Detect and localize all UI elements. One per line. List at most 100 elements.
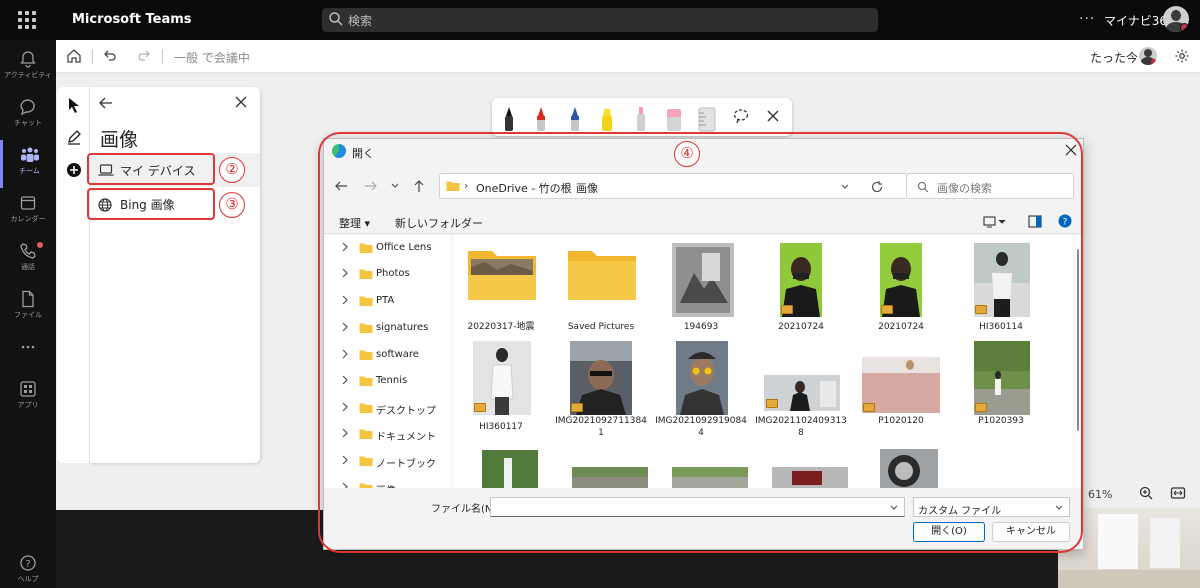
tree-item-software[interactable]: software [324, 342, 450, 368]
path-segment-onedrive[interactable]: OneDrive - 竹の根 [476, 180, 572, 196]
gear-icon[interactable] [1174, 48, 1190, 64]
fit-to-screen-icon[interactable] [1170, 485, 1186, 501]
open-button[interactable]: 開く(O) [913, 522, 985, 542]
rail-item-activity[interactable]: アクティビティ [0, 44, 56, 92]
file-name: 194693 [683, 322, 719, 332]
chevron-right-icon[interactable] [341, 375, 349, 385]
close-icon[interactable] [766, 109, 780, 123]
tree-item-photos[interactable]: Photos [324, 261, 450, 287]
step-4-marker: ④ [674, 141, 700, 167]
calls-notification-dot [37, 242, 43, 248]
chevron-right-icon[interactable] [341, 295, 349, 305]
file-tile[interactable]: Saved Pictures [554, 235, 648, 335]
new-folder-button[interactable]: 新しいフォルダー [395, 215, 483, 231]
forward-arrow-icon[interactable] [364, 179, 378, 193]
rail-item-calls[interactable]: 通話 [0, 236, 56, 284]
folder-search-input[interactable]: 画像の検索 [906, 173, 1074, 199]
chevron-right-icon[interactable] [341, 428, 349, 438]
folder-icon [359, 350, 373, 360]
file-tile[interactable]: 20220317-地震 [454, 235, 548, 335]
undo-icon[interactable] [103, 49, 117, 63]
cancel-button[interactable]: キャンセル [992, 522, 1070, 542]
rail-item-files[interactable]: ファイル [0, 284, 56, 332]
file-tile[interactable]: IMG20210929190844 [654, 335, 748, 440]
chevron-right-icon[interactable] [341, 455, 349, 465]
tree-item-signatures[interactable]: signatures [324, 315, 450, 341]
help-icon[interactable]: ? [1058, 214, 1072, 228]
file-tile[interactable]: 20210724 [854, 235, 948, 335]
pointer-icon[interactable] [67, 97, 81, 113]
up-arrow-icon[interactable] [412, 179, 426, 193]
filename-input[interactable] [490, 497, 905, 517]
address-bar[interactable]: › OneDrive - 竹の根 › 画像 [439, 173, 907, 199]
rail-item-calendar[interactable]: カレンダー [0, 188, 56, 236]
rail-item-teams[interactable]: チーム [0, 140, 56, 188]
home-icon[interactable] [66, 48, 82, 64]
filetype-value: カスタム ファイル [918, 506, 1002, 517]
close-icon[interactable] [234, 95, 248, 109]
rail-item-apps[interactable]: アプリ [0, 374, 56, 422]
highlighter-icon[interactable] [598, 105, 616, 133]
more-options-button[interactable]: ··· [1079, 11, 1095, 27]
rail-item-chat[interactable]: チャット [0, 92, 56, 140]
close-icon[interactable] [1064, 143, 1078, 157]
ruler-icon[interactable] [696, 105, 718, 133]
zoom-in-icon[interactable] [1138, 485, 1154, 501]
app-launcher-icon[interactable] [16, 9, 38, 31]
tree-item-notebooks[interactable]: ノートブック [324, 448, 450, 474]
view-mode-icon[interactable] [983, 216, 1007, 228]
more-icon [21, 345, 35, 349]
add-icon[interactable] [66, 162, 82, 178]
vertical-scrollbar[interactable] [1074, 235, 1082, 488]
search-box[interactable]: 検索 [322, 8, 878, 32]
pink-marker-icon[interactable] [632, 105, 650, 133]
file-tile[interactable]: IMG20210927113841 [554, 335, 648, 440]
chevron-right-icon[interactable] [341, 268, 349, 278]
black-pen-icon[interactable] [500, 105, 518, 133]
chevron-down-icon[interactable] [889, 503, 899, 513]
path-segment-images[interactable]: 画像 [576, 180, 598, 196]
tree-item-desktop[interactable]: デスクトップ [324, 395, 450, 421]
file-tile[interactable]: 20210724 [754, 235, 848, 335]
chevron-right-icon[interactable] [341, 242, 349, 252]
file-tile[interactable]: P1020120 [854, 335, 948, 440]
pen-tool-icon[interactable] [66, 129, 82, 145]
file-name: IMG20210929190844 [655, 416, 747, 438]
redo-icon[interactable] [137, 49, 151, 63]
file-tile[interactable]: HI360117 [454, 335, 548, 440]
folder-icon [446, 181, 460, 191]
file-tile[interactable]: HI360114 [954, 235, 1048, 335]
tree-item-office-lens[interactable]: Office Lens [324, 235, 450, 261]
file-tile[interactable]: P1020393 [954, 335, 1048, 440]
tree-item-pta[interactable]: PTA [324, 288, 450, 314]
avatar[interactable] [1163, 6, 1189, 32]
preview-pane-icon[interactable] [1028, 215, 1042, 228]
blue-pen-icon[interactable] [566, 105, 584, 133]
my-device-label: マイ デバイス [120, 164, 196, 178]
red-pen-icon[interactable] [532, 105, 550, 133]
tree-item-images[interactable]: 画像 [324, 475, 450, 488]
edge-browser-icon [332, 144, 346, 158]
rail-item-more[interactable] [0, 332, 56, 380]
chevron-right-icon[interactable] [341, 322, 349, 332]
chevron-right-icon[interactable] [341, 482, 349, 488]
scrollbar-thumb[interactable] [1077, 249, 1079, 431]
chevron-down-icon[interactable] [840, 182, 850, 192]
folder-icon [359, 296, 373, 306]
lasso-icon[interactable] [732, 107, 750, 125]
back-arrow-icon[interactable] [334, 179, 348, 193]
file-tile[interactable]: 194693 [654, 235, 748, 335]
chevron-right-icon[interactable] [341, 349, 349, 359]
rail-item-help[interactable]: ? ヘルプ [0, 548, 56, 588]
tree-item-documents[interactable]: ドキュメント [324, 421, 450, 447]
back-arrow-icon[interactable] [98, 95, 114, 111]
editor-avatar[interactable] [1139, 47, 1157, 65]
eraser-icon[interactable] [664, 105, 684, 133]
organize-button[interactable]: 整理 ▾ [339, 215, 370, 231]
filetype-select[interactable]: カスタム ファイル [913, 497, 1070, 517]
tree-item-tennis[interactable]: Tennis [324, 368, 450, 394]
chevron-down-icon[interactable] [390, 181, 400, 191]
chevron-right-icon[interactable] [341, 402, 349, 412]
refresh-icon[interactable] [870, 180, 884, 194]
file-tile[interactable]: IMG20211024093138 [754, 335, 848, 440]
